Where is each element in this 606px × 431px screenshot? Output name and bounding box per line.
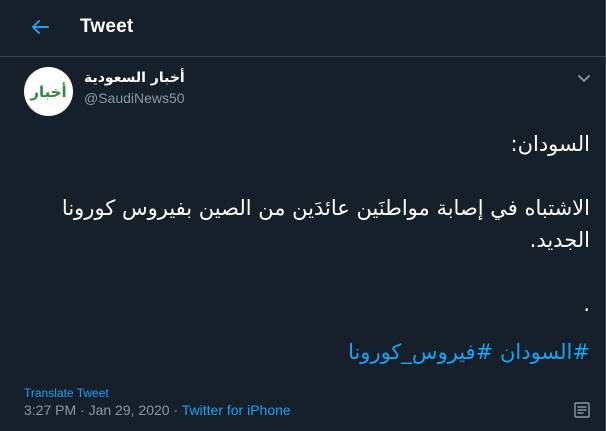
tweet-line: الاشتباه في إصابة مواطنَين عائدَين من ال…	[61, 196, 590, 252]
avatar-logo-text: أخبار	[30, 82, 67, 101]
hashtag-coronavirus[interactable]: #فيروس_كورونا	[348, 340, 493, 364]
author-handle[interactable]: @SaudiNews50	[84, 90, 185, 106]
author-display-name[interactable]: أخبار السعودية	[84, 70, 185, 86]
tweet-date[interactable]: Jan 29, 2020	[89, 402, 170, 418]
analytics-icon	[573, 401, 591, 423]
hashtags-line: #السودان #فيروس_كورونا	[20, 336, 590, 368]
tweet-line: السودان:	[510, 132, 591, 156]
avatar[interactable]: أخبار	[24, 67, 73, 116]
page-title: Tweet	[80, 16, 134, 37]
tweet-analytics-button[interactable]	[572, 402, 592, 422]
translate-tweet-link[interactable]: Translate Tweet	[24, 386, 109, 400]
top-bar: Tweet	[0, 0, 606, 57]
back-button[interactable]	[24, 13, 56, 45]
tweet-options-button[interactable]	[574, 68, 594, 88]
arrow-left-icon	[30, 17, 50, 41]
tweet-time[interactable]: 3:27 PM	[24, 402, 76, 418]
tweet-meta: 3:27 PM · Jan 29, 2020 · Twitter for iPh…	[24, 402, 291, 418]
hashtag-sudan[interactable]: #السودان	[500, 340, 590, 364]
chevron-down-icon	[577, 69, 591, 88]
tweet-text: السودان: الاشتباه في إصابة مواطنَين عائد…	[20, 128, 590, 368]
separator: ·	[76, 402, 89, 418]
tweet-line: .	[583, 292, 590, 316]
separator: ·	[169, 402, 182, 418]
tweet-source-link[interactable]: Twitter for iPhone	[182, 402, 291, 418]
